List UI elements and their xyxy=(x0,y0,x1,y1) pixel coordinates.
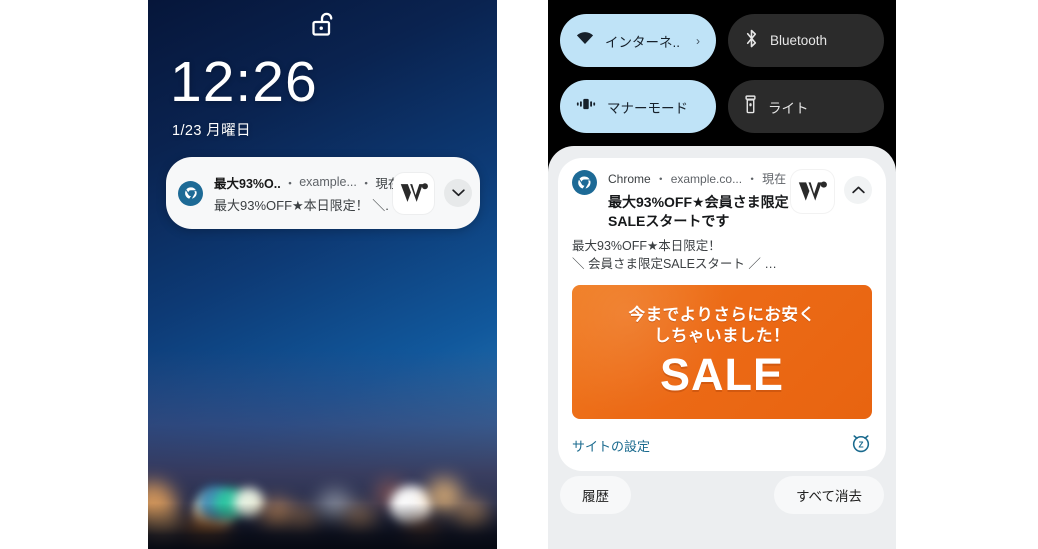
lock-screen-clock: 12:26 xyxy=(170,50,318,114)
notification-time: 現在 xyxy=(762,172,787,186)
chevron-down-icon[interactable] xyxy=(444,179,472,207)
w-logo-icon xyxy=(393,172,434,214)
lock-screen-date: 1/23 月曜日 xyxy=(172,123,251,139)
clear-all-label: すべて消去 xyxy=(795,489,862,504)
notification-body: 最大93%OFF★本日限定！ ＼ 会員さま限定SALEスタート ／ … xyxy=(572,237,872,273)
quick-tile-label: インターネ.. xyxy=(605,34,681,50)
wifi-icon xyxy=(576,31,594,50)
notification-body-line-1: 最大93%OFF★本日限定！ xyxy=(572,239,721,253)
screenshot-stage: 12:26 1/23 月曜日 最大93%O.. ・ example... ・ 現… xyxy=(0,0,1038,549)
notification-shade-panel: インターネ.. › Bluetooth マナーモード ライト Chrome ・ … xyxy=(548,0,896,549)
notification-source: example... xyxy=(299,175,357,189)
site-settings-link[interactable]: サイトの設定 xyxy=(572,436,650,455)
notification-footer: サイトの設定 Z xyxy=(572,432,872,461)
notification-app-name: Chrome xyxy=(608,171,651,186)
vibrate-icon xyxy=(576,96,596,117)
unlock-icon[interactable] xyxy=(309,11,337,46)
quick-tile-internet[interactable]: インターネ.. › xyxy=(560,14,716,67)
history-button[interactable]: 履歴 xyxy=(560,476,631,514)
lock-screen-notification[interactable]: 最大93%O.. ・ example... ・ 現在 ⚑ 最大93%OFF★本日… xyxy=(166,157,480,229)
quick-settings-grid: インターネ.. › Bluetooth マナーモード ライト xyxy=(548,0,896,146)
quick-tile-vibrate[interactable]: マナーモード xyxy=(560,80,716,133)
notification-text: 最大93%O.. ・ example... ・ 現在 ⚑ 最大93%OFF★本日… xyxy=(214,173,416,214)
expanded-notification[interactable]: Chrome ・ example.co... ・ 現在 ⚑ 最大93%OFF★会… xyxy=(558,158,886,471)
quick-settings-row: インターネ.. › Bluetooth xyxy=(560,14,884,67)
separator: ・ xyxy=(654,172,667,186)
bluetooth-icon xyxy=(744,29,759,53)
notification-header-actions xyxy=(791,170,872,213)
notification-body-line-2: ＼ 会員さま限定SALEスタート ／ … xyxy=(572,257,777,271)
chevron-up-icon[interactable] xyxy=(844,176,872,204)
quick-settings-row: マナーモード ライト xyxy=(560,80,884,133)
separator: ・ xyxy=(359,176,373,191)
notification-source: example.co... xyxy=(670,171,743,186)
wallpaper-bottom-shadow xyxy=(148,503,497,549)
quick-tile-label: Bluetooth xyxy=(770,33,828,48)
quick-tile-label: マナーモード xyxy=(607,100,688,116)
quick-tile-label: ライト xyxy=(768,100,809,116)
chrome-icon xyxy=(572,170,597,195)
snooze-alarm-icon[interactable]: Z xyxy=(850,432,872,459)
quick-tile-bluetooth[interactable]: Bluetooth xyxy=(728,14,884,67)
notification-body: 最大93%OFF★本日限定！ ＼.. xyxy=(214,197,389,213)
banner-headline: SALE xyxy=(659,349,784,400)
notification-list-container: Chrome ・ example.co... ・ 現在 ⚑ 最大93%OFF★会… xyxy=(548,146,896,549)
notification-meta-line: Chrome ・ example.co... ・ 現在 ⚑ xyxy=(608,170,802,187)
notification-title: 最大93%OFF★会員さま限定SALEスタートです xyxy=(608,194,789,229)
history-label: 履歴 xyxy=(582,489,609,504)
flashlight-icon xyxy=(744,94,757,119)
separator: ・ xyxy=(283,176,297,191)
clear-all-button[interactable]: すべて消去 xyxy=(773,476,884,514)
lock-screen-panel: 12:26 1/23 月曜日 最大93%O.. ・ example... ・ 現… xyxy=(148,0,497,549)
sale-banner-image[interactable]: 今までよりさらにお安く しちゃいました！ SALE xyxy=(572,285,872,419)
notification-header-line: 最大93%O.. ・ example... ・ 現在 ⚑ xyxy=(214,173,416,192)
banner-line-2: しちゃいました！ xyxy=(654,327,790,345)
quick-tile-flashlight[interactable]: ライト xyxy=(728,80,884,133)
chrome-icon xyxy=(178,180,203,206)
notification-title: 最大93%O.. xyxy=(214,176,281,191)
w-logo-icon xyxy=(791,170,834,213)
shade-action-row: 履歴 すべて消去 xyxy=(560,476,884,514)
chevron-right-icon[interactable]: › xyxy=(696,34,700,48)
notification-text: Chrome ・ example.co... ・ 現在 ⚑ 最大93%OFF★会… xyxy=(608,170,802,231)
svg-text:Z: Z xyxy=(858,441,863,450)
notification-header: Chrome ・ example.co... ・ 現在 ⚑ 最大93%OFF★会… xyxy=(572,170,872,231)
banner-line-1: 今までよりさらにお安く xyxy=(628,306,816,324)
separator: ・ xyxy=(746,172,759,186)
